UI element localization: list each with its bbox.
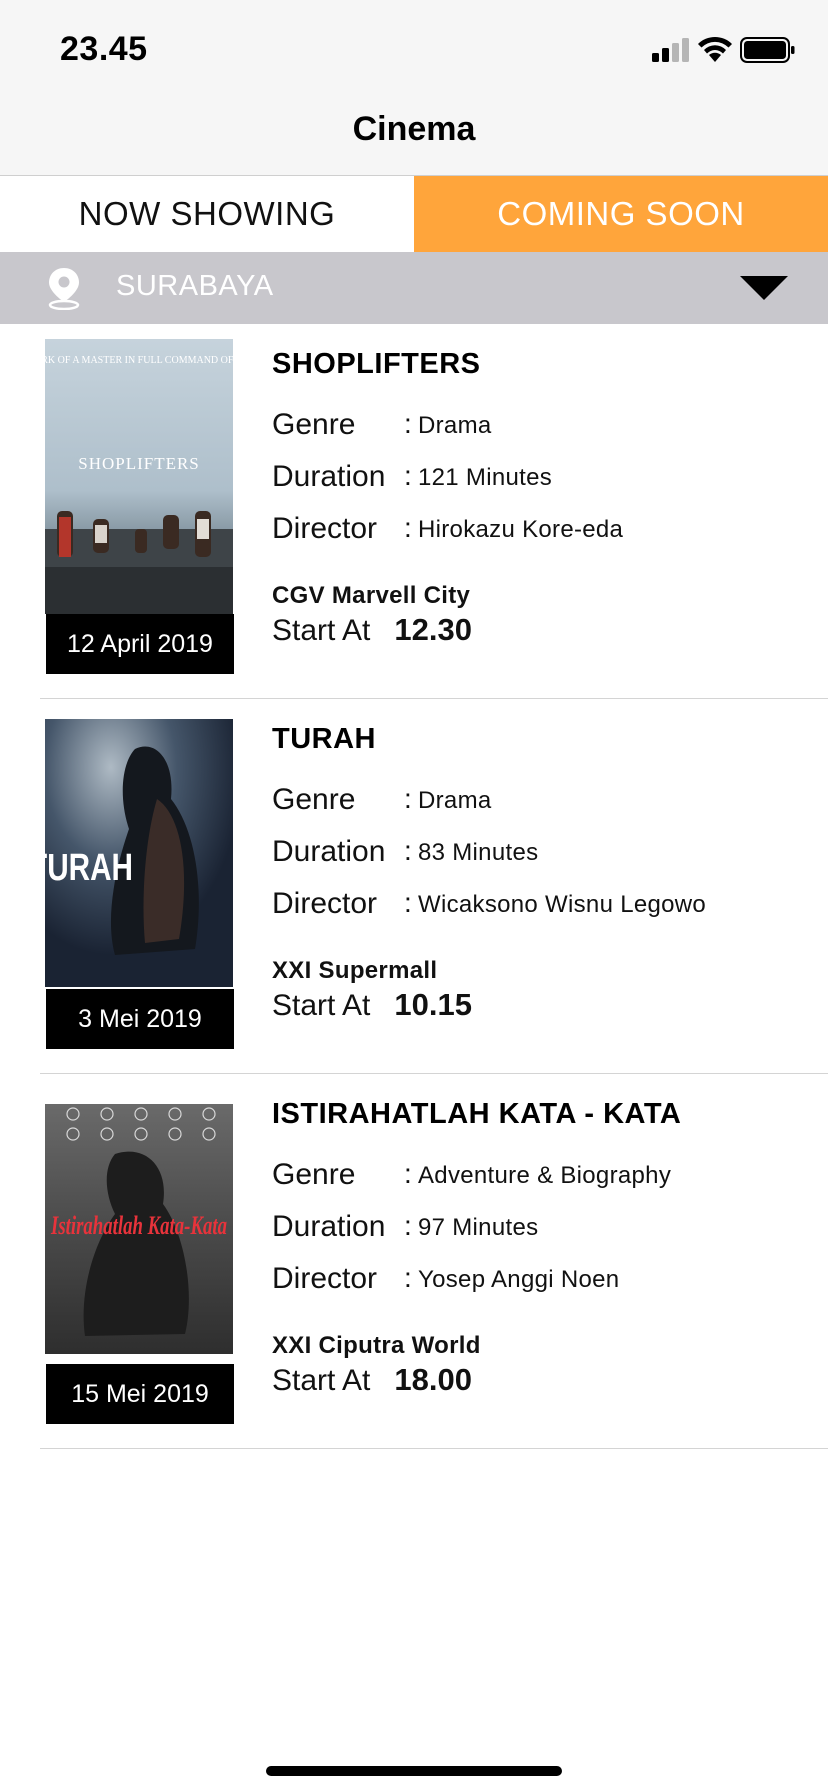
home-indicator[interactable] <box>266 1766 562 1776</box>
director-label: Director <box>272 512 378 545</box>
genre-value: Drama <box>418 412 492 439</box>
release-date-badge: 15 Mei 2019 <box>46 1364 234 1424</box>
release-date-badge: 12 April 2019 <box>46 614 234 674</box>
duration-value: 121 Minutes <box>418 464 553 491</box>
colon: : <box>404 512 412 543</box>
colon: : <box>404 1158 412 1189</box>
movie-poster: "THE WORK OF A MASTER IN FULL COMMAND OF… <box>45 339 233 614</box>
director-label: Director <box>272 1262 378 1295</box>
duration-label: Duration <box>272 1210 386 1243</box>
director-row: Director : Wicaksono Wisnu Legowo <box>272 887 812 939</box>
duration-value: 83 Minutes <box>418 839 539 866</box>
movie-info: TURAH Genre : Drama Duration : 83 Minute… <box>272 723 812 1023</box>
start-row: Start At 18.00 <box>272 1362 812 1398</box>
start-label: Start At <box>272 614 371 647</box>
genre-value: Drama <box>418 787 492 814</box>
screen: 23.45 Cinema NOW SHOWING COMING SOON SUR… <box>0 0 828 1792</box>
dropdown-arrow-icon[interactable] <box>738 274 790 302</box>
genre-value: Adventure & Biography <box>418 1162 672 1189</box>
poster-image: Istirahatlah Kata-Kata <box>45 1104 233 1354</box>
start-row: Start At 12.30 <box>272 612 812 648</box>
wifi-icon <box>698 36 732 62</box>
colon: : <box>404 408 412 439</box>
duration-row: Duration : 97 Minutes <box>272 1210 812 1262</box>
genre-row: Genre : Adventure & Biography <box>272 1158 812 1210</box>
director-row: Director : Hirokazu Kore-eda <box>272 512 812 564</box>
tab-bar: NOW SHOWING COMING SOON <box>0 176 828 252</box>
poster-title: Istirahatlah Kata-Kata <box>50 1211 227 1240</box>
duration-row: Duration : 83 Minutes <box>272 835 812 887</box>
location-selector[interactable]: SURABAYA <box>0 252 828 324</box>
genre-row: Genre : Drama <box>272 783 812 835</box>
poster-image: TURAH <box>45 719 233 987</box>
movie-item[interactable]: TURAH 3 Mei 2019 TURAH Genre : Drama Dur… <box>40 699 828 1074</box>
movie-poster: TURAH <box>45 719 233 987</box>
start-row: Start At 10.15 <box>272 987 812 1023</box>
director-label: Director <box>272 887 378 920</box>
colon: : <box>404 1210 412 1241</box>
movie-item[interactable]: "THE WORK OF A MASTER IN FULL COMMAND OF… <box>40 324 828 699</box>
status-time: 23.45 <box>60 30 148 68</box>
genre-row: Genre : Drama <box>272 408 812 460</box>
movie-title: SHOPLIFTERS <box>272 348 481 380</box>
poster-image: "THE WORK OF A MASTER IN FULL COMMAND OF… <box>45 339 233 614</box>
movie-info: SHOPLIFTERS Genre : Drama Duration : 121… <box>272 348 812 648</box>
poster-title: TURAH <box>45 847 133 889</box>
duration-row: Duration : 121 Minutes <box>272 460 812 512</box>
status-bar: 23.45 <box>0 0 828 100</box>
genre-label: Genre <box>272 1158 356 1191</box>
start-label: Start At <box>272 989 371 1022</box>
tab-coming-soon[interactable]: COMING SOON <box>414 176 828 252</box>
duration-value: 97 Minutes <box>418 1214 539 1241</box>
start-time: 10.15 <box>394 987 472 1022</box>
poster-tagline: "THE WORK OF A MASTER IN FULL COMMAND OF… <box>45 355 233 366</box>
release-date-badge: 3 Mei 2019 <box>46 989 234 1049</box>
director-row: Director : Yosep Anggi Noen <box>272 1262 812 1314</box>
colon: : <box>404 887 412 918</box>
movie-title: TURAH <box>272 723 376 755</box>
location-pin-icon <box>48 268 80 310</box>
start-time: 18.00 <box>394 1362 472 1397</box>
start-time: 12.30 <box>394 612 472 647</box>
director-value: Yosep Anggi Noen <box>418 1266 620 1293</box>
movie-list: "THE WORK OF A MASTER IN FULL COMMAND OF… <box>0 324 828 1449</box>
duration-label: Duration <box>272 835 386 868</box>
movie-info: ISTIRAHATLAH KATA - KATA Genre : Adventu… <box>272 1098 812 1398</box>
location-city: SURABAYA <box>116 270 274 302</box>
director-value: Hirokazu Kore-eda <box>418 516 624 543</box>
page-title: Cinema <box>352 110 476 148</box>
colon: : <box>404 460 412 491</box>
poster-title: SHOPLIFTERS <box>78 454 200 473</box>
movie-poster: Istirahatlah Kata-Kata <box>45 1104 233 1354</box>
colon: : <box>404 835 412 866</box>
cinema-name: CGV Marvell City <box>272 582 471 609</box>
movie-item[interactable]: Istirahatlah Kata-Kata 15 Mei 2019 ISTIR… <box>40 1074 828 1449</box>
genre-label: Genre <box>272 783 356 816</box>
start-label: Start At <box>272 1364 371 1397</box>
battery-icon <box>740 37 795 63</box>
movie-title: ISTIRAHATLAH KATA - KATA <box>272 1098 682 1130</box>
nav-bar: Cinema <box>0 100 828 176</box>
cellular-signal-icon <box>652 38 689 62</box>
colon: : <box>404 1262 412 1293</box>
director-value: Wicaksono Wisnu Legowo <box>418 891 707 918</box>
cinema-name: XXI Ciputra World <box>272 1332 481 1359</box>
cinema-name: XXI Supermall <box>272 957 438 984</box>
genre-label: Genre <box>272 408 356 441</box>
tab-now-showing[interactable]: NOW SHOWING <box>0 176 414 252</box>
colon: : <box>404 783 412 814</box>
duration-label: Duration <box>272 460 386 493</box>
